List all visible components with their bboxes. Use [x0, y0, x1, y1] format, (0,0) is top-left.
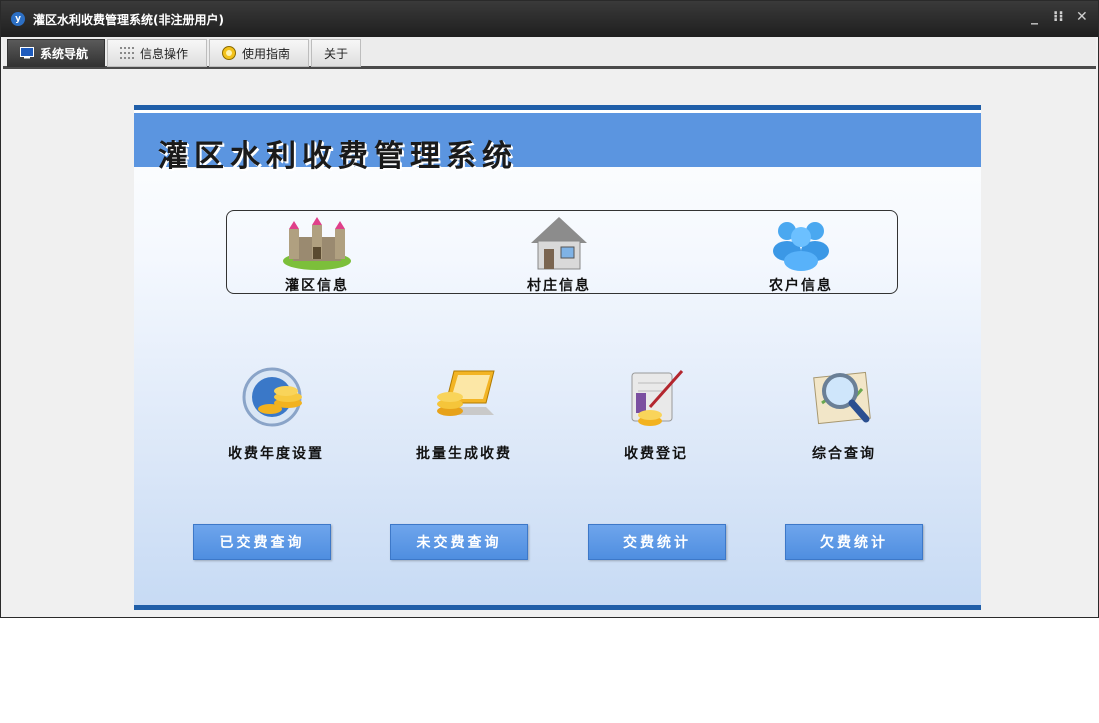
coins-laptop-icon: [437, 370, 495, 416]
title-bar[interactable]: y 灌区水利收费管理系统(非注册用户) _ ⁝⁝ ✕: [1, 1, 1098, 37]
tab-info-ops[interactable]: 信息操作: [107, 39, 207, 67]
item-label: 灌区信息: [285, 278, 349, 294]
coins-globe-icon: [242, 367, 302, 427]
tab-label: 信息操作: [140, 46, 189, 61]
panel-top-line: [134, 105, 981, 110]
item-label: 农户信息: [769, 278, 833, 294]
nav-panel: 灌区水利收费管理系统 灌区信息 村庄信息 农户信息 收费年度设置 批量生成收费 …: [134, 105, 981, 610]
restore-icon[interactable]: ⁝⁝: [1053, 9, 1064, 25]
item-label: 综合查询: [812, 446, 876, 462]
item-label: 村庄信息: [527, 278, 591, 294]
ledger-pen-icon: [631, 370, 684, 426]
farmer-info[interactable]: 农户信息: [756, 215, 846, 295]
unpaid-query-button[interactable]: 未交费查询: [390, 524, 528, 560]
tab-system-nav[interactable]: 系统导航: [7, 39, 105, 67]
magnifier-map-icon: [813, 371, 871, 425]
banner-title: 灌区水利收费管理系统: [158, 139, 518, 174]
tab-user-guide[interactable]: 使用指南: [209, 39, 309, 67]
arrears-stats-button[interactable]: 欠费统计: [785, 524, 923, 560]
paid-query-button[interactable]: 已交费查询: [193, 524, 331, 560]
fee-registration[interactable]: 收费登记: [596, 363, 716, 463]
item-label: 批量生成收费: [416, 446, 512, 462]
fee-year-setting[interactable]: 收费年度设置: [216, 363, 336, 463]
panel-bottom-line: [134, 605, 981, 610]
close-icon[interactable]: ✕: [1076, 9, 1088, 25]
monitor-icon: [20, 47, 34, 59]
item-label: 收费年度设置: [228, 446, 324, 462]
app-logo-icon: y: [11, 12, 25, 26]
grid-icon: [120, 47, 134, 59]
payment-stats-button[interactable]: 交费统计: [588, 524, 726, 560]
village-info[interactable]: 村庄信息: [514, 213, 604, 295]
comprehensive-query[interactable]: 综合查询: [784, 363, 904, 463]
minimize-icon[interactable]: _: [1031, 9, 1038, 25]
castle-icon: [283, 217, 351, 270]
tab-about[interactable]: 关于: [311, 39, 361, 67]
tab-label: 关于: [324, 46, 349, 61]
irrigation-area-info[interactable]: 灌区信息: [272, 215, 362, 295]
tab-label: 使用指南: [242, 46, 291, 61]
users-icon: [773, 222, 829, 271]
banner: 灌区水利收费管理系统: [134, 113, 981, 174]
batch-generate-fees[interactable]: 批量生成收费: [404, 363, 524, 463]
tab-bar: 系统导航 信息操作 使用指南 关于: [3, 37, 1096, 69]
house-icon: [531, 217, 587, 270]
tab-label: 系统导航: [40, 46, 89, 61]
item-label: 收费登记: [624, 446, 688, 462]
help-icon: [222, 46, 236, 60]
window-title: 灌区水利收费管理系统(非注册用户): [33, 13, 224, 27]
